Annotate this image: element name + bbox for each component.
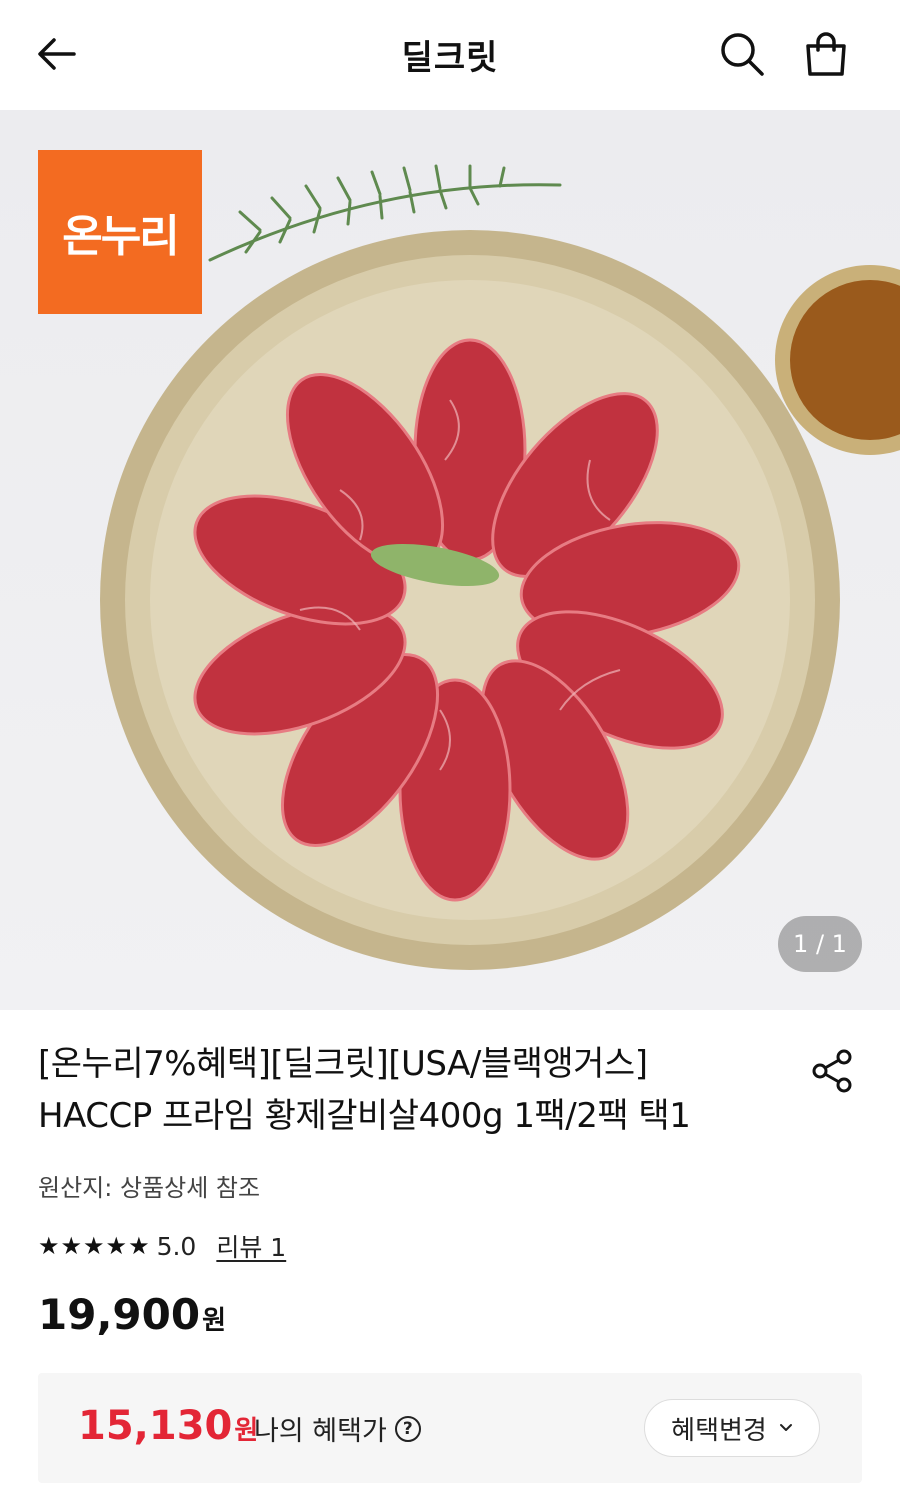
benefit-label: 나의 혜택가 ?	[254, 1409, 421, 1448]
original-price: 19,900 원	[38, 1290, 226, 1339]
product-title: [온누리7%혜택][딜크릿][USA/블랙앵거스] HACCP 프라임 황제갈비…	[38, 1038, 778, 1142]
shopping-bag-icon	[806, 32, 846, 76]
cart-button[interactable]	[798, 26, 854, 82]
change-benefit-button[interactable]: 혜택변경	[644, 1399, 820, 1457]
rating-value: 5.0	[156, 1231, 197, 1261]
top-app-bar: 딜크릿	[0, 0, 900, 110]
product-title-line1: [온누리7%혜택][딜크릿][USA/블랙앵거스]	[38, 1044, 648, 1084]
origin-info: 원산지: 상품상세 참조	[38, 1174, 261, 1202]
star-rating-icons: ★★★★★	[38, 1232, 151, 1260]
benefit-price-bar: 15,130 원 나의 혜택가 ? 혜택변경	[38, 1373, 862, 1483]
share-icon	[812, 1049, 852, 1093]
original-price-unit: 원	[202, 1306, 226, 1336]
original-price-number: 19,900	[38, 1290, 201, 1339]
review-link[interactable]: 리뷰 1	[216, 1228, 286, 1264]
search-button[interactable]	[714, 26, 770, 82]
onnuri-badge: 온누리	[38, 150, 202, 314]
rating-row: ★★★★★ 5.0 리뷰 1	[38, 1226, 286, 1266]
change-benefit-label: 혜택변경	[671, 1415, 767, 1446]
help-icon[interactable]: ?	[394, 1415, 421, 1442]
product-image[interactable]: 온누리 1 / 1	[0, 110, 900, 1010]
product-title-line2: HACCP 프라임 황제갈비살400g 1팩/2팩 택1	[38, 1096, 691, 1136]
benefit-price: 15,130 원	[78, 1403, 258, 1449]
share-button[interactable]	[806, 1044, 860, 1098]
benefit-label-text: 나의 혜택가	[254, 1416, 387, 1447]
search-icon	[721, 33, 764, 76]
benefit-price-number: 15,130	[78, 1403, 233, 1449]
chevron-down-icon	[779, 1424, 792, 1431]
image-page-indicator: 1 / 1	[778, 916, 862, 972]
